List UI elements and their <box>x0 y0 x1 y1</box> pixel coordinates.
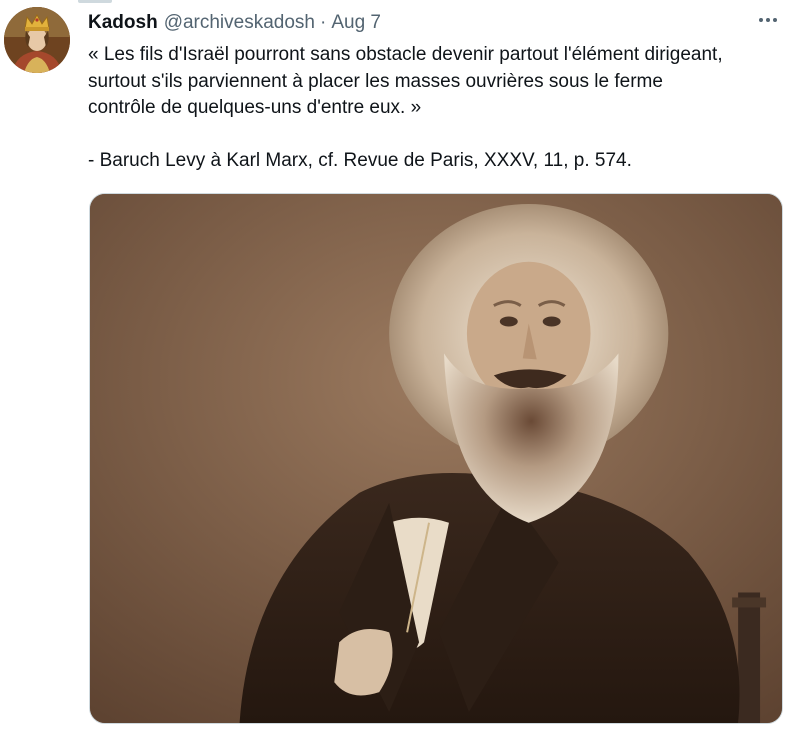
portrait-image <box>90 194 782 723</box>
author-display-name[interactable]: Kadosh <box>88 11 158 35</box>
header-separator: · <box>320 12 327 33</box>
tweet-text-line: contrôle de quelques-uns d'entre eux. » <box>88 97 422 118</box>
tweet-header: Kadosh @archiveskadosh · Aug 7 <box>88 10 776 36</box>
tweet-text-line: - Baruch Levy à Karl Marx, cf. Revue de … <box>88 150 632 171</box>
more-dot <box>759 18 763 22</box>
tweet-text-line: « Les fils d'Israël pourront sans obstac… <box>88 44 723 65</box>
more-horizontal-icon[interactable] <box>754 6 782 34</box>
tweet[interactable]: Kadosh @archiveskadosh · Aug 7 « Les fil… <box>0 0 792 737</box>
author-handle[interactable]: @archiveskadosh <box>164 11 315 35</box>
tweet-date[interactable]: Aug 7 <box>331 11 381 35</box>
tweet-photo[interactable] <box>89 193 783 724</box>
tweet-text-line: surtout s'ils parviennent à placer les m… <box>88 70 663 92</box>
more-dot <box>773 18 777 22</box>
crowned-king-avatar-icon[interactable] <box>4 7 70 73</box>
tweet-text: « Les fils d'Israël pourront sans obstac… <box>88 42 782 175</box>
thread-connector <box>78 0 112 3</box>
more-dot <box>766 18 770 22</box>
